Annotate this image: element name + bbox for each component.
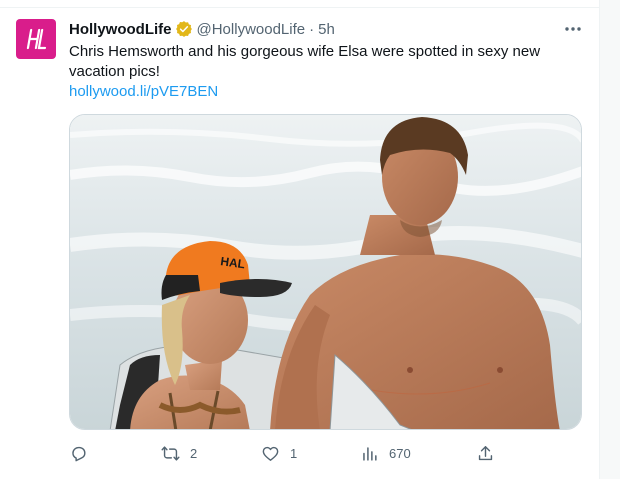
more-dots-icon [565, 27, 581, 31]
heart-icon [262, 446, 279, 461]
timestamp[interactable]: 5h [318, 21, 335, 38]
share-icon [478, 445, 493, 460]
views-chart-icon [363, 446, 377, 461]
tweet-card[interactable]: HollywoodLife @HollywoodLife · 5h Chris … [0, 0, 600, 479]
tweet-text: Chris Hemsworth and his gorgeous wife El… [69, 43, 541, 80]
views-button[interactable]: 670 [360, 441, 411, 465]
verified-badge-icon [175, 20, 193, 38]
more-button[interactable] [561, 19, 585, 39]
top-divider [0, 0, 600, 8]
avatar[interactable] [16, 19, 56, 59]
hl-logo-icon [26, 28, 47, 50]
share-button[interactable] [476, 441, 495, 465]
display-name[interactable]: HollywoodLife [69, 21, 172, 38]
reply-icon [72, 446, 86, 461]
tweet-header: HollywoodLife @HollywoodLife · 5h [69, 19, 335, 39]
retweet-button[interactable]: 2 [161, 441, 197, 465]
tweet-photo[interactable]: HAL [69, 114, 582, 430]
separator-dot: · [309, 20, 315, 38]
retweet-icon [161, 445, 180, 461]
views-count: 670 [389, 445, 411, 461]
tweet-link[interactable]: hollywood.li/pVE7BEN [69, 82, 218, 102]
like-count: 1 [290, 445, 298, 461]
retweet-count: 2 [190, 445, 198, 461]
handle[interactable]: @HollywoodLife [197, 21, 306, 38]
action-bar: 2 1 670 [69, 441, 499, 465]
beach-photo: HAL [70, 115, 581, 429]
like-button[interactable]: 1 [261, 441, 297, 465]
reply-button[interactable] [69, 441, 98, 465]
